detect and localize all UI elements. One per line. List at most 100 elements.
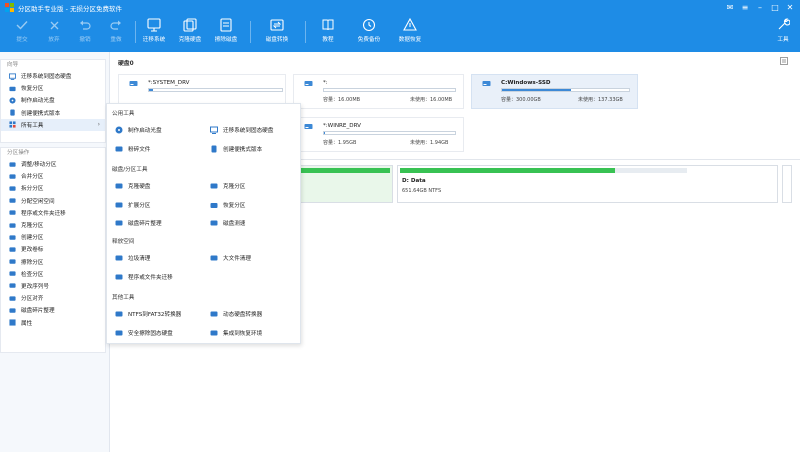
sidebar-item[interactable]: 更改序列号 xyxy=(1,280,105,292)
tools-label: 工具 xyxy=(777,37,789,43)
sidebar-item-label: 属性 xyxy=(21,320,33,327)
tool-item[interactable]: 创建便携式版本 xyxy=(210,145,262,153)
tool-item[interactable]: 粉碎文件 xyxy=(115,145,150,153)
disk-segment-small[interactable] xyxy=(782,165,792,203)
all-tools-popup: 公用工具 制作启动光盘 迁移系统到固态硬盘 粉碎文件 创建便携式版本 磁盘/分区工具 克隆硬… xyxy=(106,103,301,344)
tool-item[interactable]: 动态硬盘转换器 xyxy=(210,310,262,318)
recovery-label: 数据恢复 xyxy=(398,37,422,43)
bootdisk-icon xyxy=(115,126,123,134)
disk-segment-d-data[interactable]: D: Data 651.64GB NTFS xyxy=(397,165,778,203)
sidebar-item[interactable]: 制作启动光盘 xyxy=(1,94,105,106)
clone-disk-button[interactable]: 克隆硬盘 xyxy=(172,17,208,43)
wipe-disk-button[interactable]: 擦除磁盘 xyxy=(208,17,244,43)
undo-label: 撤销 xyxy=(79,37,91,43)
tool-group-title: 公用工具 xyxy=(112,111,135,117)
tool-item[interactable]: 集成到恢复环境 xyxy=(210,329,262,337)
guide-section: 向导 迁移系统到固态硬盘 恢复分区 制作启动光盘创建便携式版本 所有工具 › xyxy=(0,59,106,143)
sidebar-item[interactable]: 检查分区 xyxy=(1,268,105,280)
view-toggle-icon[interactable] xyxy=(780,57,788,65)
move-app-icon xyxy=(115,273,123,281)
commit-button[interactable]: 提交 xyxy=(4,17,40,43)
sidebar-item[interactable]: 调整/移动分区 xyxy=(1,158,105,170)
data-recovery-button[interactable]: 数据恢复 xyxy=(392,17,428,43)
sidebar-item[interactable]: 创建便携式版本 xyxy=(1,107,105,119)
recovery-env-icon xyxy=(210,329,218,337)
tool-item-label: 程序或文件夹迁移 xyxy=(128,274,173,281)
backup-label: 免费备份 xyxy=(357,37,381,43)
free-backup-button[interactable]: 免费备份 xyxy=(351,17,387,43)
guide-header: 向导 xyxy=(7,62,19,68)
wipe-disk-icon xyxy=(218,17,234,33)
discard-label: 放弃 xyxy=(48,37,60,43)
tool-item[interactable]: 安全擦除固态硬盘 xyxy=(115,329,173,337)
tool-item[interactable]: 磁盘测速 xyxy=(210,219,245,227)
tool-item[interactable]: 垃圾清理 xyxy=(115,254,150,262)
free-text: 未使用：137.33GB xyxy=(578,97,623,103)
tool-item[interactable]: 大文件清理 xyxy=(210,254,251,262)
partition-card-unlabeled[interactable]: *: 容量：16.00MB 未使用：16.00MB xyxy=(293,74,464,109)
sidebar-item-label: 拆分分区 xyxy=(21,186,44,193)
disk-segment-winre[interactable] xyxy=(296,165,393,203)
close-button[interactable]: ✕ xyxy=(784,2,796,14)
sidebar-item-label: 所有工具 xyxy=(21,122,44,129)
tool-item[interactable]: 克隆分区 xyxy=(210,182,245,190)
migrate-icon xyxy=(9,73,16,80)
minimize-button[interactable]: – xyxy=(754,2,766,14)
ops-header: 分区操作 xyxy=(7,150,30,156)
sidebar-item[interactable]: 程序或文件夹迁移 xyxy=(1,207,105,219)
partition-card-winre-drv[interactable]: *:WINRE_DRV 容量：1.95GB 未使用：1.94GB xyxy=(293,117,464,152)
maximize-button[interactable]: □ xyxy=(769,2,781,14)
align-icon xyxy=(9,295,16,302)
convert-label: 磁盘转换 xyxy=(265,37,289,43)
sidebar-item[interactable]: 擦除分区 xyxy=(1,256,105,268)
sidebar-item-label: 迁移系统到固态硬盘 xyxy=(21,74,72,81)
sidebar-item[interactable]: 所有工具 › xyxy=(1,118,105,131)
capacity-text: 容量：1.95GB xyxy=(323,140,357,146)
message-icon[interactable]: ✉ xyxy=(724,2,736,14)
sidebar-item[interactable]: 克隆分区 xyxy=(1,219,105,231)
sidebar: 向导 迁移系统到固态硬盘 恢复分区 制作启动光盘 创建便携式版本 所有工具 › 分区操作 … xyxy=(0,52,110,452)
redo-button[interactable]: 重做 xyxy=(98,17,134,43)
capacity-text: 容量：16.00MB xyxy=(323,97,361,103)
sidebar-item[interactable]: 迁移系统到固态硬盘 xyxy=(1,70,105,82)
sidebar-item[interactable]: 磁盘碎片整理 xyxy=(1,304,105,316)
disk-0-label: 硬盘0 xyxy=(118,61,134,67)
tool-item[interactable]: 程序或文件夹迁移 xyxy=(115,273,173,281)
grid-icon xyxy=(9,121,16,128)
label-icon xyxy=(9,246,16,253)
sidebar-item-label: 调整/移动分区 xyxy=(21,162,57,169)
merge-icon xyxy=(9,173,16,180)
restore-icon xyxy=(210,201,218,209)
tools-button[interactable]: 工具 xyxy=(768,17,798,43)
tutorial-button[interactable]: 教程 xyxy=(310,17,346,43)
tool-item[interactable]: 磁盘碎片整理 xyxy=(115,219,162,227)
tool-item[interactable]: 克隆硬盘 xyxy=(115,182,150,190)
sidebar-item[interactable]: 拆分分区 xyxy=(1,182,105,194)
check-icon xyxy=(14,17,30,33)
disk-convert-button[interactable]: 磁盘转换 xyxy=(259,17,295,43)
sidebar-item[interactable]: 分区对齐 xyxy=(1,292,105,304)
tool-item[interactable]: 制作启动光盘 xyxy=(115,126,162,134)
sidebar-item-label: 磁盘碎片整理 xyxy=(21,308,55,315)
tool-item-label: 克隆分区 xyxy=(223,184,246,190)
sidebar-item-label: 创建便携式版本 xyxy=(21,110,61,117)
undo-icon xyxy=(77,17,93,33)
sidebar-item[interactable]: 分配空闲空间 xyxy=(1,195,105,207)
sidebar-item[interactable]: 创建分区 xyxy=(1,231,105,243)
sidebar-item-label: 合并分区 xyxy=(21,174,44,181)
tool-item[interactable]: 扩展分区 xyxy=(115,201,150,209)
sidebar-item[interactable]: 合并分区 xyxy=(1,170,105,182)
tool-item[interactable]: 迁移系统到固态硬盘 xyxy=(210,126,273,134)
partition-name: *:WINRE_DRV xyxy=(323,123,361,129)
tool-item[interactable]: 恢复分区 xyxy=(210,201,245,209)
sidebar-item[interactable]: 属性 xyxy=(1,316,105,328)
drive-icon xyxy=(304,124,313,129)
bootdisk-icon xyxy=(9,97,16,104)
migrate-system-button[interactable]: 迁移系统 xyxy=(136,17,172,43)
sidebar-item-label: 检查分区 xyxy=(21,271,44,278)
menu-icon[interactable]: ≡ xyxy=(739,2,751,14)
sidebar-item[interactable]: 恢复分区 xyxy=(1,82,105,94)
sidebar-item[interactable]: 更改卷标 xyxy=(1,243,105,255)
partition-card-c-windows-ssd[interactable]: C:Windows-SSD 容量：300.00GB 未使用：137.33GB xyxy=(471,74,638,109)
tool-item[interactable]: NTFS到FAT32转换器 xyxy=(115,310,181,318)
